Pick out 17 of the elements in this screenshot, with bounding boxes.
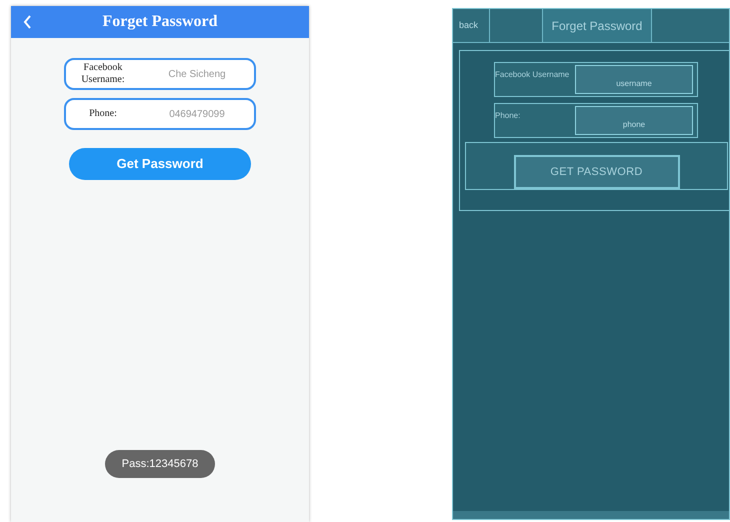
screen-title: Forget Password bbox=[102, 12, 218, 32]
input-field[interactable]: phone bbox=[575, 106, 693, 135]
field-label: Phone: bbox=[495, 110, 522, 122]
field-value: 0469479099 bbox=[168, 108, 226, 122]
field-label: Facebook Username: bbox=[80, 62, 126, 86]
back-button[interactable]: back bbox=[453, 9, 490, 42]
field-label: Facebook Username bbox=[495, 69, 570, 81]
get-password-button[interactable]: GET PASSWORD bbox=[514, 155, 680, 189]
get-password-button[interactable]: Get Password bbox=[69, 148, 251, 180]
input-field[interactable]: Phone: 0469479099 bbox=[64, 98, 256, 130]
field-value: Che Sicheng bbox=[167, 68, 227, 82]
back-icon[interactable] bbox=[23, 15, 32, 29]
screen-title: Forget Password bbox=[543, 9, 652, 42]
field-label: Phone: bbox=[88, 108, 118, 120]
input-field[interactable]: Facebook Username: Che Sicheng bbox=[64, 58, 256, 90]
toast: Pass:12345678 bbox=[104, 450, 216, 478]
input-field[interactable]: username bbox=[575, 65, 693, 94]
